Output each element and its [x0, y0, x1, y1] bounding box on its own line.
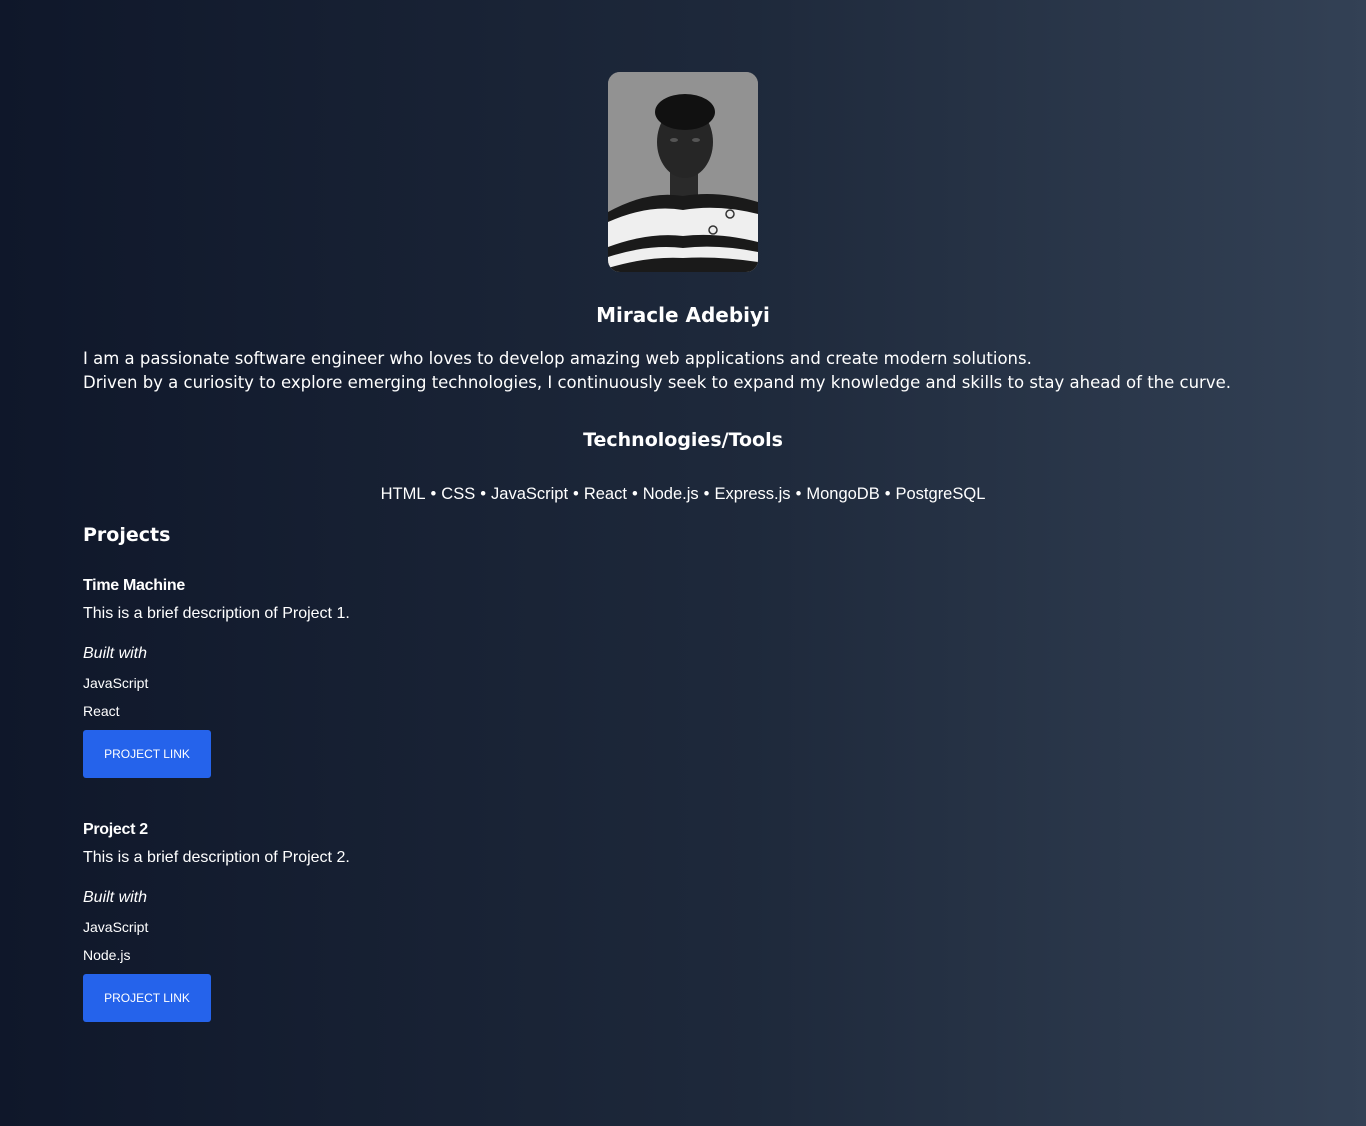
separator: •	[795, 485, 802, 503]
project-tag: JavaScript	[83, 675, 149, 691]
project-tag: JavaScript	[83, 919, 149, 935]
technologies-heading: Technologies/Tools	[583, 429, 783, 451]
project-title: Project 2	[83, 821, 148, 838]
bio-line: Driven by a curiosity to explore emergin…	[83, 373, 1231, 392]
portfolio-page: Miracle Adebiyi I am a passionate softwa…	[0, 0, 1366, 1126]
separator: •	[480, 485, 487, 503]
project-link-button[interactable]: PROJECT LINK	[83, 974, 211, 1022]
project-description: This is a brief description of Project 1…	[83, 605, 350, 622]
built-with-label: Built with	[83, 889, 148, 906]
separator: •	[631, 485, 638, 503]
tech-item: PostgreSQL	[895, 485, 986, 503]
profile-photo	[608, 72, 758, 272]
tech-item: Node.js	[642, 485, 699, 503]
projects-heading: Projects	[83, 524, 171, 546]
project-title: Time Machine	[83, 577, 185, 594]
separator: •	[703, 485, 710, 503]
profile-name: Miracle Adebiyi	[596, 303, 770, 327]
separator: •	[884, 485, 891, 503]
tech-item: JavaScript	[491, 485, 569, 503]
tech-item: CSS	[441, 485, 476, 503]
profile-bio: I am a passionate software engineer who …	[83, 347, 1283, 395]
technologies-list: HTML • CSS • JavaScript • React • Node.js • Expres…	[0, 485, 1366, 504]
tech-item: HTML	[380, 485, 426, 503]
separator: •	[430, 485, 437, 503]
project-link-button[interactable]: PROJECT LINK	[83, 730, 211, 778]
bio-line: I am a passionate software engineer who …	[83, 349, 1032, 368]
project-tag: Node.js	[83, 947, 131, 963]
tech-item: React	[583, 485, 627, 503]
separator: •	[573, 485, 579, 503]
tech-item: Express.js	[714, 485, 791, 503]
tech-item: MongoDB	[806, 485, 880, 503]
project-card-project-2: Project 2 This is a brief description of…	[83, 820, 683, 1022]
project-card-time-machine: Time Machine This is a brief description…	[83, 576, 683, 778]
project-tag: React	[83, 703, 120, 719]
project-description: This is a brief description of Project 2…	[83, 849, 350, 866]
built-with-label: Built with	[83, 645, 148, 662]
